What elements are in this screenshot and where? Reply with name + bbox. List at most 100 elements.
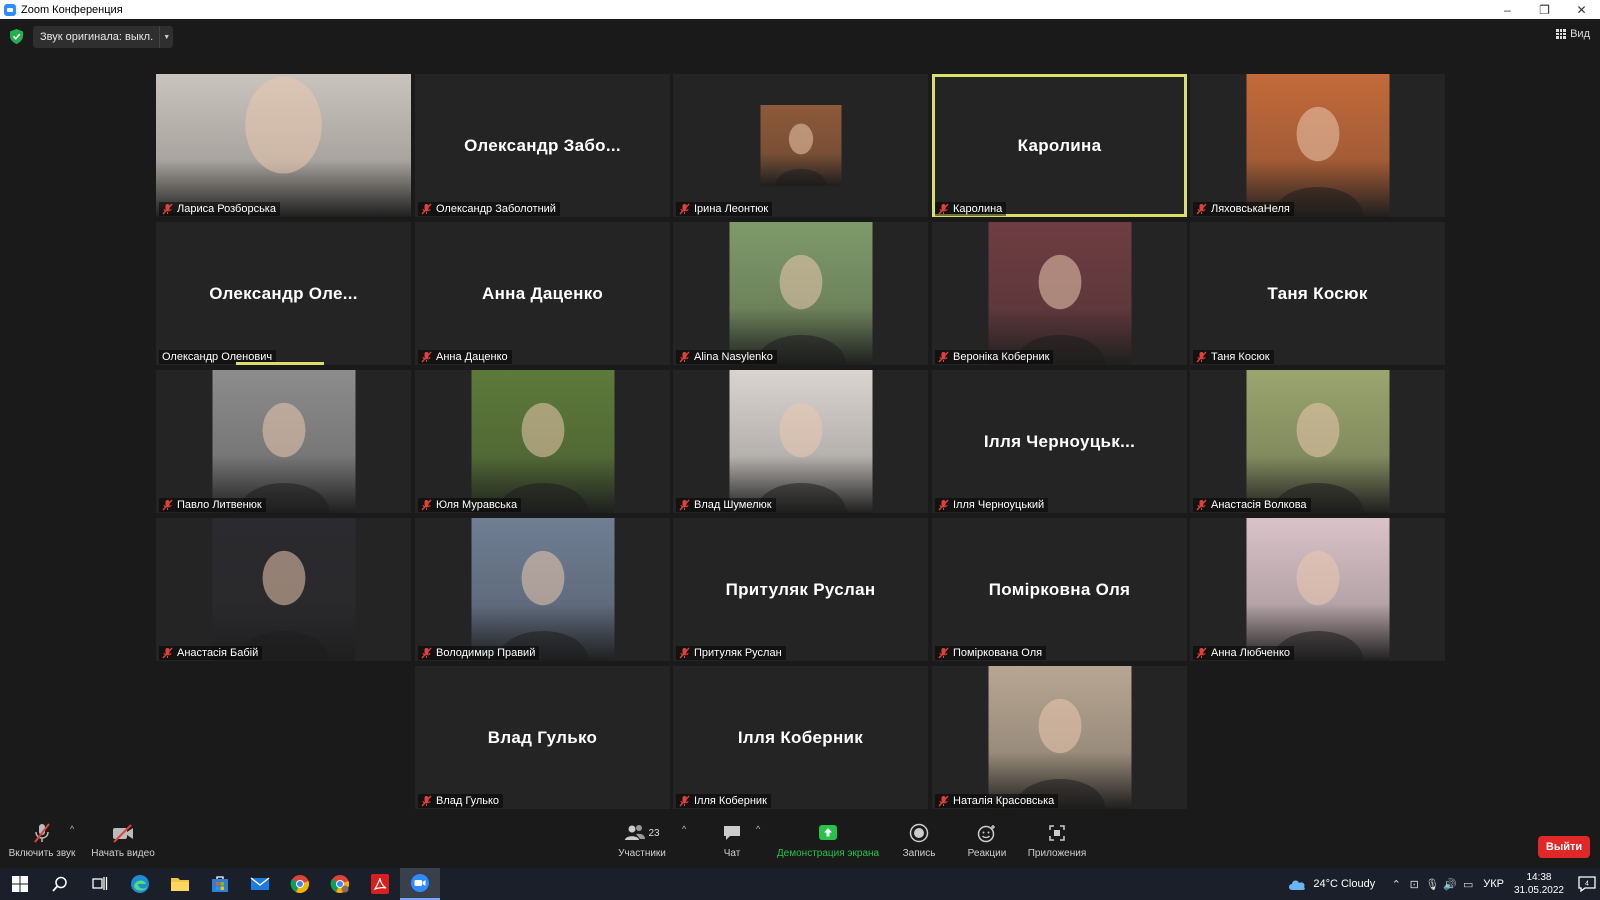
apps-icon <box>1049 825 1065 841</box>
participant-display-name: Олександр Забо... <box>464 135 621 155</box>
participant-name-label: Анна Любченко <box>1193 646 1295 660</box>
security-shield-icon[interactable] <box>10 29 23 44</box>
restore-button[interactable]: ❐ <box>1526 0 1563 19</box>
participant-tile[interactable]: Наталія Красовська <box>932 666 1187 809</box>
participant-tile[interactable]: Alina Nasylenko <box>673 222 928 365</box>
participant-tile[interactable]: Таня Косюк Таня Косюк <box>1190 222 1445 365</box>
participant-tile[interactable]: Каролина Каролина <box>932 74 1187 217</box>
unmute-button[interactable]: Включить звук <box>6 820 78 868</box>
participant-video <box>1246 518 1389 661</box>
system-tray: 24°C Cloudy ⌃ ⊡ 🎙 🔊 ▭ УКР 14:38 31.05.20… <box>1287 868 1600 900</box>
participant-tile[interactable]: Олександр Оле... Олександр Оленович <box>156 222 411 365</box>
participant-tile[interactable]: Ілля Коберник Ілля Коберник <box>673 666 928 809</box>
window-titlebar: Zoom Конференция – ❐ ✕ <box>0 0 1600 19</box>
participants-caret-icon[interactable]: ^ <box>682 824 686 834</box>
clock[interactable]: 14:38 31.05.2022 <box>1514 871 1564 897</box>
participant-tile[interactable]: Влад Шумелюк <box>673 370 928 513</box>
participant-tile[interactable]: Анастасія Волкова <box>1190 370 1445 513</box>
chrome-profile-app-button[interactable] <box>320 868 360 900</box>
mic-muted-icon <box>679 795 690 807</box>
task-view-button[interactable] <box>80 868 120 900</box>
record-button[interactable]: Запись <box>894 820 944 868</box>
leave-meeting-button[interactable]: Выйти <box>1538 836 1590 858</box>
participant-name-label: Поміркована Оля <box>935 646 1047 660</box>
notification-center-button[interactable]: 4 <box>1574 868 1600 900</box>
start-button[interactable] <box>0 868 40 900</box>
network-icon[interactable]: ▭ <box>1459 868 1477 900</box>
participant-display-name: Ілля Черноуцьк... <box>983 431 1136 451</box>
participants-button[interactable]: 23 Участники <box>612 820 672 868</box>
mail-app-button[interactable] <box>240 868 280 900</box>
show-hidden-icons-chevron-icon[interactable]: ⌃ <box>1387 868 1405 900</box>
participant-tile[interactable]: Лариса Розборська <box>156 74 411 217</box>
participant-tile[interactable]: Вероніка Коберник <box>932 222 1187 365</box>
meet-now-icon[interactable]: ⊡ <box>1405 868 1423 900</box>
participant-tile[interactable]: Олександр Забо... Олександр Заболотний <box>415 74 670 217</box>
participant-tile[interactable]: Помірковна Оля Поміркована Оля <box>932 518 1187 661</box>
zoom-app-button[interactable] <box>400 868 440 900</box>
participant-name-text: Ілля Коберник <box>694 795 767 807</box>
participant-tile[interactable]: Юля Муравська <box>415 370 670 513</box>
start-video-button[interactable]: Начать видео <box>90 820 156 868</box>
person-silhouette-icon <box>496 550 589 661</box>
unmute-label: Включить звук <box>8 848 76 859</box>
acrobat-app-button[interactable] <box>360 868 400 900</box>
chevron-down-icon[interactable]: ▼ <box>159 26 173 48</box>
file-explorer-button[interactable] <box>160 868 200 900</box>
participants-count: 23 <box>648 827 660 839</box>
windows-logo-icon <box>12 876 28 892</box>
participant-display-name: Анна Даценко <box>482 283 603 303</box>
participant-video <box>212 518 355 661</box>
participant-name-text: Alina Nasylenko <box>694 351 773 363</box>
chat-caret-icon[interactable]: ^ <box>756 824 760 834</box>
participant-tile[interactable]: ЛяховськаНеля <box>1190 74 1445 217</box>
close-button[interactable]: ✕ <box>1563 0 1600 19</box>
participant-display-name: Притуляк Руслан <box>725 579 876 599</box>
participant-name-text: Володимир Правий <box>436 647 536 659</box>
person-silhouette-icon <box>1271 550 1364 661</box>
person-silhouette-icon <box>1271 106 1364 217</box>
participant-display-name: Таня Косюк <box>1267 283 1368 303</box>
chrome-app-button[interactable] <box>280 868 320 900</box>
participant-name-text: Таня Косюк <box>1211 351 1270 363</box>
microphone-icon[interactable]: 🎙 <box>1423 868 1441 900</box>
view-button[interactable]: Вид <box>1556 28 1590 40</box>
mic-muted-icon <box>938 647 949 659</box>
participant-name-label: Анастасія Волкова <box>1193 498 1311 512</box>
participant-tile[interactable]: Ілля Черноуцьк... Ілля Черноуцький <box>932 370 1187 513</box>
participant-name-text: Притуляк Руслан <box>694 647 782 659</box>
participant-tile[interactable]: Володимир Правий <box>415 518 670 661</box>
search-icon <box>52 876 67 892</box>
speaking-indicator <box>236 362 324 365</box>
gallery-grid-icon <box>1556 29 1567 39</box>
participant-name-label: Юля Муравська <box>418 498 522 512</box>
store-app-button[interactable] <box>200 868 240 900</box>
participant-video <box>471 370 614 513</box>
taskbar-search-button[interactable] <box>40 868 80 900</box>
minimize-button[interactable]: – <box>1489 0 1526 19</box>
participant-tile[interactable]: Анастасія Бабій <box>156 518 411 661</box>
participant-display-name: Помірковна Оля <box>988 579 1131 599</box>
participant-tile[interactable]: Ірина Леонтюк <box>673 74 928 217</box>
participant-video <box>156 74 411 217</box>
input-language[interactable]: УКР <box>1483 878 1504 890</box>
audio-options-caret-icon[interactable]: ^ <box>70 824 74 834</box>
apps-button[interactable]: Приложения <box>1022 820 1092 868</box>
mic-muted-icon <box>1196 499 1207 511</box>
participant-tile[interactable]: Анна Любченко <box>1190 518 1445 661</box>
reactions-button[interactable]: Реакции <box>962 820 1012 868</box>
edge-app-button[interactable] <box>120 868 160 900</box>
participant-tile[interactable]: Притуляк Руслан Притуляк Руслан <box>673 518 928 661</box>
folder-icon <box>171 878 189 891</box>
person-silhouette-icon <box>496 402 589 513</box>
participant-tile[interactable]: Влад Гулько Влад Гулько <box>415 666 670 809</box>
volume-icon[interactable]: 🔊 <box>1441 868 1459 900</box>
share-screen-button[interactable]: Демонстрация экрана <box>772 820 884 868</box>
original-sound-toggle[interactable]: Звук оригинала: выкл. ▼ <box>33 26 174 48</box>
mic-muted-icon <box>162 203 173 215</box>
chat-button[interactable]: Чат <box>712 820 752 868</box>
reactions-label: Реакции <box>967 848 1007 859</box>
weather-widget[interactable]: 24°C Cloudy <box>1287 877 1375 891</box>
participant-tile[interactable]: Павло Литвенюк <box>156 370 411 513</box>
participant-tile[interactable]: Анна Даценко Анна Даценко <box>415 222 670 365</box>
